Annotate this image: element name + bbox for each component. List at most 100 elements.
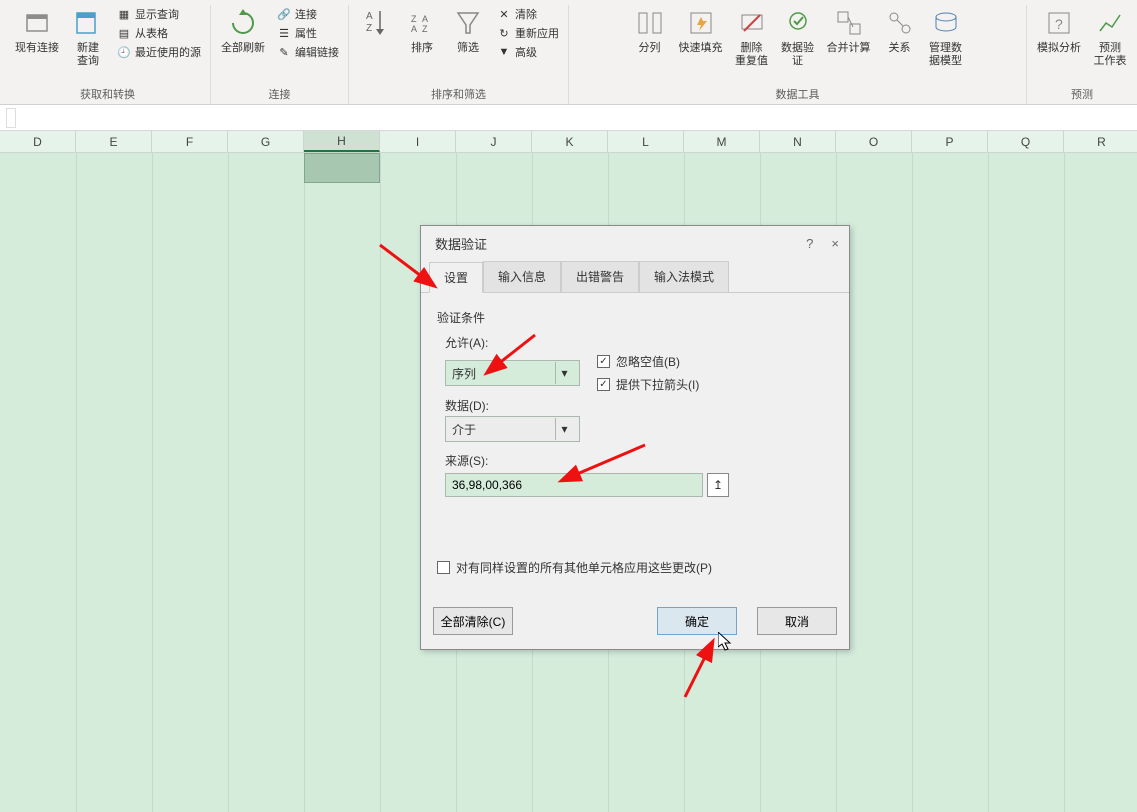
forecast-icon	[1094, 7, 1126, 39]
columns-icon	[634, 7, 666, 39]
consolidate-button[interactable]: 合并计算	[823, 5, 875, 57]
refresh-all-button[interactable]: 全部刷新	[217, 5, 269, 57]
relationships-button[interactable]: 关系	[879, 5, 921, 57]
forecast-sheet-button[interactable]: 预测 工作表	[1089, 5, 1131, 70]
col-g[interactable]: G	[228, 131, 304, 152]
remove-duplicates-button[interactable]: 删除 重复值	[731, 5, 773, 70]
connections-button[interactable]: 🔗连接	[273, 5, 342, 23]
col-o[interactable]: O	[836, 131, 912, 152]
col-f[interactable]: F	[152, 131, 228, 152]
flash-icon	[685, 7, 717, 39]
col-l[interactable]: L	[608, 131, 684, 152]
from-table-button[interactable]: ▤从表格	[113, 24, 204, 42]
what-if-button[interactable]: ?模拟分析	[1033, 5, 1085, 57]
funnel-icon	[452, 7, 484, 39]
col-e[interactable]: E	[76, 131, 152, 152]
ribbon-group-label: 连接	[269, 86, 291, 102]
recent-icon: 🕘	[116, 44, 132, 60]
ignore-blank-checkbox[interactable]: ✓忽略空值(B)	[597, 353, 699, 370]
reapply-button[interactable]: ↻重新应用	[493, 24, 562, 42]
dialog-title: 数据验证	[435, 234, 487, 253]
source-input[interactable]	[445, 473, 703, 497]
formula-bar[interactable]	[0, 105, 1137, 131]
svg-text:Z: Z	[411, 14, 417, 24]
tab-error-alert[interactable]: 出错警告	[561, 261, 639, 292]
clear-all-button[interactable]: 全部清除(C)	[433, 607, 513, 635]
svg-text:Z: Z	[366, 23, 372, 34]
data-validation-button[interactable]: 数据验 证	[777, 5, 819, 70]
link-icon: 🔗	[276, 6, 292, 22]
ok-button[interactable]: 确定	[657, 607, 737, 635]
svg-text:A: A	[366, 11, 373, 22]
col-q[interactable]: Q	[988, 131, 1064, 152]
recent-sources-button[interactable]: 🕘最近使用的源	[113, 43, 204, 61]
flash-fill-button[interactable]: 快速填充	[675, 5, 727, 57]
data-label: 数据(D):	[445, 397, 833, 414]
properties-icon: ☰	[276, 25, 292, 41]
advanced-filter-button[interactable]: ▼高级	[493, 43, 562, 61]
consolidate-icon	[833, 7, 865, 39]
col-i[interactable]: I	[380, 131, 456, 152]
tab-settings[interactable]: 设置	[429, 262, 483, 293]
dialog-tabs: 设置 输入信息 出错警告 输入法模式	[421, 261, 849, 293]
dedup-icon	[736, 7, 768, 39]
validation-icon	[782, 7, 814, 39]
dialog-titlebar[interactable]: 数据验证 ? ×	[421, 226, 849, 261]
col-n[interactable]: N	[760, 131, 836, 152]
edit-links-button[interactable]: ✎编辑链接	[273, 43, 342, 61]
col-r[interactable]: R	[1064, 131, 1137, 152]
chevron-down-icon: ▾	[555, 418, 573, 440]
selected-cell-h1[interactable]	[304, 153, 380, 183]
ribbon-group-forecast: ?模拟分析 预测 工作表 预测	[1027, 5, 1137, 104]
edit-links-icon: ✎	[276, 44, 292, 60]
validation-criteria-label: 验证条件	[437, 309, 833, 326]
sort-button[interactable]: ZAAZ 排序	[401, 5, 443, 57]
allow-label: 允许(A):	[445, 334, 833, 351]
ribbon: 现有连接 新建 查询 ▦显示查询 ▤从表格 🕘最近使用的源 获取和转换 全部刷新…	[0, 0, 1137, 105]
svg-text:A: A	[411, 24, 417, 34]
help-button[interactable]: ?	[806, 236, 813, 251]
col-k[interactable]: K	[532, 131, 608, 152]
col-d[interactable]: D	[0, 131, 76, 152]
ribbon-group-connections: 全部刷新 🔗连接 ☰属性 ✎编辑链接 连接	[211, 5, 349, 104]
col-h[interactable]: H	[304, 131, 380, 152]
clear-filter-button[interactable]: ✕清除	[493, 5, 562, 23]
close-button[interactable]: ×	[831, 236, 839, 251]
advanced-icon: ▼	[496, 44, 512, 60]
properties-button[interactable]: ☰属性	[273, 24, 342, 42]
sort-asc-button[interactable]: AZ	[355, 5, 397, 44]
reapply-icon: ↻	[496, 25, 512, 41]
source-label: 来源(S):	[445, 452, 833, 469]
tab-input-message[interactable]: 输入信息	[483, 261, 561, 292]
sort-icon: ZAAZ	[406, 7, 438, 39]
manage-data-model-button[interactable]: 管理数 据模型	[925, 5, 967, 70]
text-to-columns-button[interactable]: 分列	[629, 5, 671, 57]
ribbon-group-sort-filter: AZ ZAAZ 排序 筛选 ✕清除 ↻重新应用 ▼高级 排序和筛选	[349, 5, 569, 104]
clear-icon: ✕	[496, 6, 512, 22]
col-j[interactable]: J	[456, 131, 532, 152]
provide-dropdown-checkbox[interactable]: ✓提供下拉箭头(I)	[597, 376, 699, 393]
existing-connections-button[interactable]: 现有连接	[11, 5, 63, 57]
allow-select[interactable]: 序列 ▾	[445, 360, 580, 386]
range-picker-button[interactable]: ↥	[707, 473, 729, 497]
data-validation-dialog: 数据验证 ? × 设置 输入信息 出错警告 输入法模式 验证条件 允许(A): …	[420, 225, 850, 650]
refresh-icon	[227, 7, 259, 39]
col-m[interactable]: M	[684, 131, 760, 152]
ribbon-group-label: 获取和转换	[80, 86, 135, 102]
svg-text:A: A	[422, 14, 428, 24]
table-grid-icon: ▤	[116, 25, 132, 41]
tab-ime-mode[interactable]: 输入法模式	[639, 261, 729, 292]
filter-button[interactable]: 筛选	[447, 5, 489, 57]
new-query-button[interactable]: 新建 查询	[67, 5, 109, 70]
data-select[interactable]: 介于 ▾	[445, 416, 580, 442]
ribbon-group-label: 数据工具	[776, 86, 820, 102]
col-p[interactable]: P	[912, 131, 988, 152]
ribbon-group-acquire: 现有连接 新建 查询 ▦显示查询 ▤从表格 🕘最近使用的源 获取和转换	[5, 5, 211, 104]
collapse-icon: ↥	[713, 478, 723, 492]
show-queries-button[interactable]: ▦显示查询	[113, 5, 204, 23]
data-model-icon	[930, 7, 962, 39]
chevron-down-icon: ▾	[555, 362, 573, 384]
apply-to-all-checkbox[interactable]: 对有同样设置的所有其他单元格应用这些更改(P)	[437, 559, 712, 576]
cancel-button[interactable]: 取消	[757, 607, 837, 635]
database-icon	[21, 7, 53, 39]
